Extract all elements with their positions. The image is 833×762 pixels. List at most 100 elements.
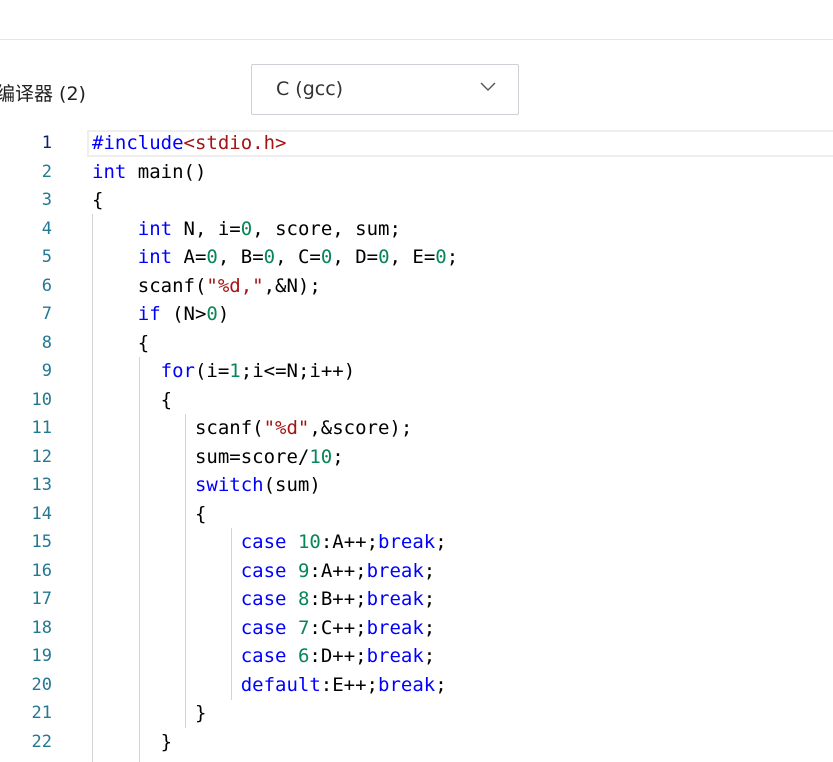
line-number: 6 <box>41 275 52 296</box>
number-token: 10 <box>297 531 321 553</box>
code-line[interactable]: } <box>92 728 172 757</box>
keyword-token: default <box>240 673 321 696</box>
line-number: 16 <box>31 560 52 581</box>
code-line[interactable]: case 6:D++;break; <box>92 642 436 671</box>
number-token: 8 <box>297 588 310 610</box>
keyword-token: break <box>366 645 424 667</box>
keyword-token: for <box>160 360 195 382</box>
code-text: :C++; <box>309 616 367 639</box>
code-line[interactable]: if (N>0) <box>92 300 230 329</box>
line-number: 21 <box>31 703 52 723</box>
code-editor[interactable]: 1 2 3 4 5 6 7 8 9 10 11 12 13 14 15 16 17 18 19 20 21 22 #inc… <box>0 129 833 762</box>
code-line[interactable]: case 9:A++;break; <box>92 557 436 586</box>
code-line[interactable]: case 7:C++;break; <box>92 614 436 643</box>
compiler-select-value: C (gcc) <box>276 78 344 100</box>
number-token: 10 <box>309 445 333 468</box>
code-line[interactable]: case 10:A++;break; <box>92 528 447 557</box>
compiler-label: 编译器 (2) <box>0 83 86 105</box>
line-number: 19 <box>31 646 52 666</box>
code-text: ; <box>423 559 436 582</box>
code-line[interactable]: { <box>92 500 206 529</box>
code-text: A= <box>172 246 207 268</box>
code-line[interactable]: for(i=1;i<=N;i++) <box>92 357 356 386</box>
code-text: :B++; <box>309 588 367 610</box>
keyword-token: break <box>366 588 424 610</box>
top-bar <box>0 0 833 40</box>
line-number: 15 <box>31 532 52 552</box>
line-number: 12 <box>31 446 52 467</box>
code-text: ; <box>446 246 459 268</box>
code-text: , E= <box>389 246 436 268</box>
keyword-token: int <box>137 246 173 268</box>
line-number: 14 <box>31 503 52 524</box>
code-text: { <box>92 189 104 211</box>
code-text: :A++; <box>309 559 367 582</box>
line-number: 7 <box>41 304 52 324</box>
line-number: 13 <box>31 475 52 495</box>
line-number: 5 <box>41 247 52 267</box>
keyword-token: switch <box>194 474 264 496</box>
code-text: :E++; <box>320 673 378 696</box>
code-line[interactable]: } <box>92 699 206 728</box>
code-text: ; <box>332 445 344 468</box>
line-number: 18 <box>31 617 52 638</box>
code-line[interactable]: { <box>92 329 149 358</box>
code-text: , score, sum; <box>252 217 401 240</box>
code-text: , D= <box>332 246 379 268</box>
number-token: 0 <box>435 246 447 268</box>
string-token: <stdio.h> <box>183 132 287 154</box>
number-token: 0 <box>240 217 253 240</box>
code-text: main() <box>126 160 207 183</box>
keyword-token: int <box>137 217 173 240</box>
code-line[interactable]: int N, i=0, score, sum; <box>92 215 401 244</box>
code-line[interactable]: switch(sum) <box>92 471 321 500</box>
keyword-token: break <box>378 531 436 553</box>
string-token: "%d" <box>263 417 310 439</box>
code-line[interactable]: int main() <box>92 158 206 187</box>
code-text: sum=score/ <box>92 445 310 468</box>
code-text: ,&N); <box>263 274 321 297</box>
code-line[interactable]: scanf("%d,",&N); <box>92 272 321 301</box>
line-number: 8 <box>41 332 52 353</box>
keyword-token: case <box>240 588 287 610</box>
code-line[interactable]: int A=0, B=0, C=0, D=0, E=0; <box>92 243 458 272</box>
code-text: ) <box>217 303 230 325</box>
code-text: scanf( <box>92 274 207 297</box>
code-text: { <box>92 502 207 525</box>
code-text: (sum) <box>263 474 321 496</box>
string-token: "%d," <box>206 274 264 297</box>
code-text: ; <box>435 531 447 553</box>
keyword-token: case <box>240 616 287 639</box>
code-line[interactable]: #include<stdio.h> <box>92 129 286 158</box>
line-number: 9 <box>41 361 52 381</box>
code-line[interactable]: { <box>92 186 103 215</box>
code-text: { <box>92 331 150 354</box>
compiler-select[interactable]: C (gcc) <box>251 64 519 115</box>
number-token: 6 <box>297 645 310 667</box>
keyword-token: if <box>137 303 161 325</box>
code-line[interactable]: { <box>92 386 172 415</box>
line-number: 11 <box>31 418 52 438</box>
code-text: } <box>92 702 207 724</box>
keyword-token: int <box>92 160 127 183</box>
code-line[interactable]: default:E++;break; <box>92 671 447 700</box>
code-line[interactable]: sum=score/10; <box>92 443 344 472</box>
code-text: (i= <box>194 360 230 382</box>
code-line[interactable]: case 8:B++;break; <box>92 585 436 614</box>
code-text: ; <box>435 673 447 696</box>
keyword-token: case <box>240 531 287 553</box>
code-text: N, i= <box>172 217 241 240</box>
code-text: , B= <box>217 246 264 268</box>
code-text: (N> <box>160 303 207 325</box>
code-line[interactable]: scanf("%d",&score); <box>92 414 412 443</box>
